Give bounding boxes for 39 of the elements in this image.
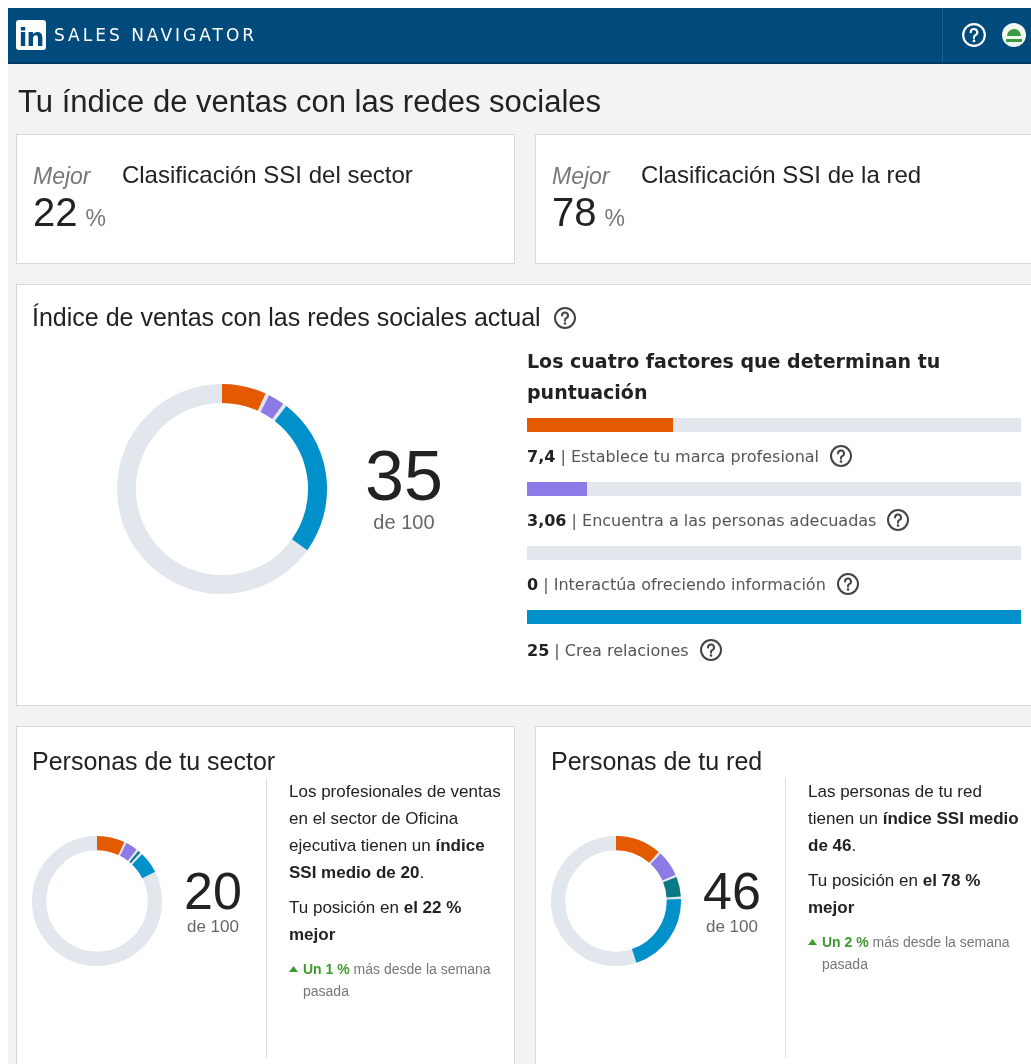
- factors-heading: Los cuatro factores que determinan tu puntuación: [527, 349, 942, 405]
- avatar-icon[interactable]: [1001, 22, 1027, 48]
- ranking-value: 22: [33, 190, 78, 235]
- brand-name: SALES NAVIGATOR: [54, 25, 258, 45]
- peer-summary: Las personas de tu red tienen un índice SSI medio de 46.: [808, 781, 1020, 857]
- help-icon[interactable]: [552, 305, 577, 330]
- factor-label: 25 | Crea relaciones: [527, 640, 689, 660]
- card-title: Personas de tu red: [551, 747, 764, 776]
- change-note: Un 1 % más desde la semana pasada: [303, 960, 492, 1001]
- score-value: 35: [365, 440, 443, 511]
- help-icon[interactable]: [698, 638, 723, 662]
- page-title: Tu índice de ventas con las redes sociales: [18, 84, 602, 120]
- change-note: Un 2 % más desde la semana pasada: [822, 933, 1011, 974]
- peer-position: Tu posición en el 78 % mejor: [808, 870, 982, 919]
- score-out-of: de 100: [373, 510, 435, 534]
- ranking-title: Clasificación SSI del sector: [121, 161, 413, 190]
- logo-icon[interactable]: in: [16, 20, 46, 50]
- up-arrow-icon: [808, 939, 817, 945]
- ranking-value: 78: [552, 190, 597, 235]
- card-title: Personas de tu sector: [32, 747, 277, 776]
- ranking-unit: %: [604, 205, 625, 232]
- factor-label: 0 | Interactúa ofreciendo información: [527, 574, 826, 594]
- score-value: 20: [184, 865, 242, 917]
- score-out-of: de 100: [186, 917, 239, 937]
- help-icon[interactable]: [886, 508, 911, 532]
- ranking-qualifier: Mejor: [33, 163, 92, 190]
- factor-label: 3,06 | Encuentra a las personas adecuadas: [527, 510, 877, 530]
- up-arrow-icon: [289, 966, 298, 972]
- help-icon[interactable]: [829, 444, 854, 468]
- ranking-title: Clasificación SSI de la red: [640, 161, 922, 190]
- peer-position: Tu posición en el 22 % mejor: [289, 897, 463, 946]
- peer-summary: Los profesionales de ventas en el sector de Oficina ejecutiva tienen un índice SSI medio de 20.: [289, 781, 501, 884]
- score-value: 46: [703, 865, 761, 917]
- help-icon[interactable]: [835, 572, 860, 596]
- score-out-of: de 100: [705, 917, 758, 937]
- ranking-unit: %: [85, 205, 106, 232]
- ranking-qualifier: Mejor: [552, 163, 611, 190]
- factor-label: 7,4 | Establece tu marca profesional: [527, 446, 820, 466]
- card-title: Índice de ventas con las redes sociales actual: [32, 303, 541, 332]
